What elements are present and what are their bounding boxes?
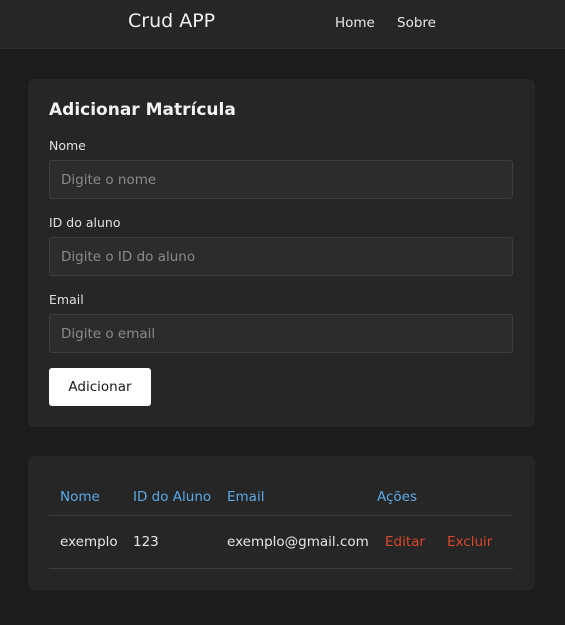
student-id-input[interactable] [49, 237, 513, 276]
header-acoes: Ações [377, 489, 418, 505]
delete-link[interactable]: Excluir [447, 534, 492, 550]
navbar: Crud APP Home Sobre [0, 0, 565, 49]
enrollments-table: Nome ID do Aluno Email Ações exemplo 123… [28, 456, 535, 590]
cell-nome: exemplo [60, 534, 118, 550]
add-enrollment-form: Adicionar Matrícula Nome ID do aluno Ema… [28, 79, 535, 427]
edit-link[interactable]: Editar [385, 534, 425, 550]
header-email: Email [227, 489, 265, 505]
name-input[interactable] [49, 160, 513, 199]
form-title: Adicionar Matrícula [49, 100, 236, 120]
cell-id: 123 [133, 534, 159, 550]
brand-logo[interactable]: Crud APP [128, 10, 215, 32]
add-button[interactable]: Adicionar [49, 368, 151, 406]
cell-email: exemplo@gmail.com [227, 534, 369, 550]
nav-link-home[interactable]: Home [335, 15, 375, 31]
name-label: Nome [49, 138, 86, 153]
header-nome: Nome [60, 489, 100, 505]
header-id-aluno: ID do Aluno [133, 489, 212, 505]
student-id-label: ID do aluno [49, 215, 121, 230]
table-header: Nome ID do Aluno Email Ações [49, 486, 513, 516]
nav-link-sobre[interactable]: Sobre [397, 15, 436, 31]
email-label: Email [49, 292, 84, 307]
table-row: exemplo 123 exemplo@gmail.com Editar Exc… [49, 516, 513, 569]
email-input[interactable] [49, 314, 513, 353]
